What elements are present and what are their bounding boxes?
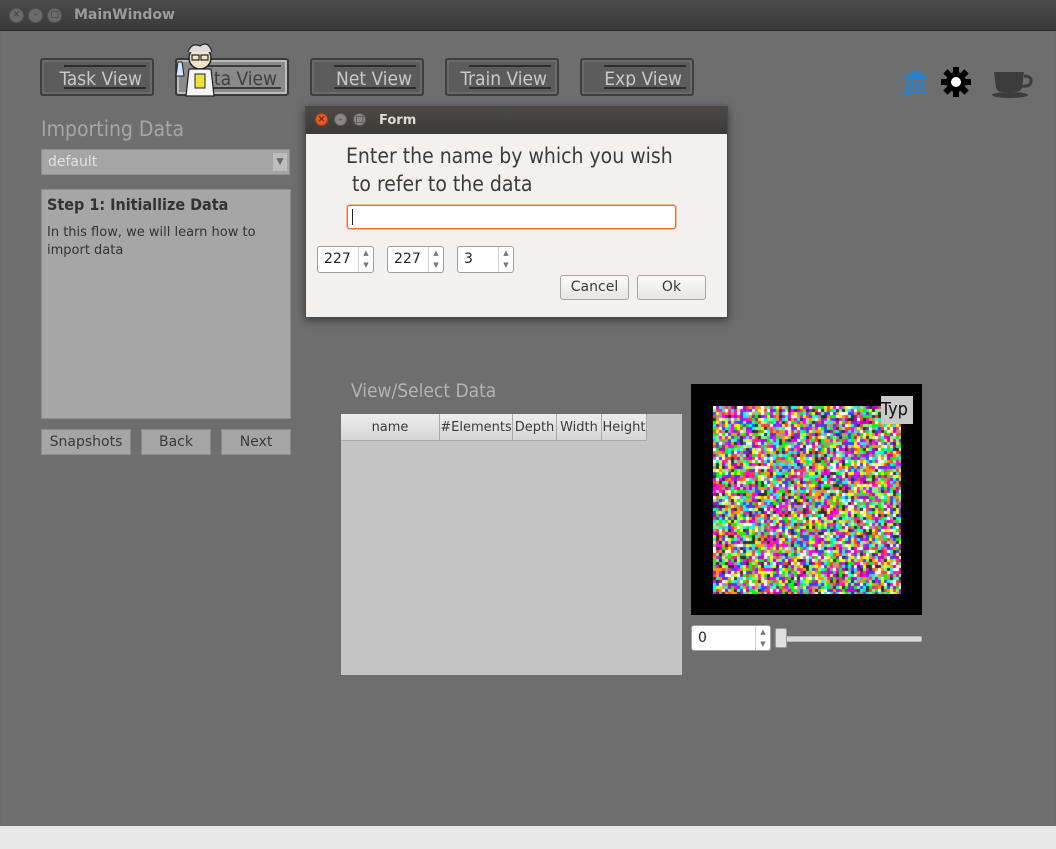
- gear-icon[interactable]: [940, 66, 972, 98]
- coffee-cup-icon[interactable]: [990, 68, 1036, 98]
- dialog-maximize-button[interactable]: □: [353, 113, 366, 126]
- data-table[interactable]: name #Elements Depth Width Height: [341, 414, 682, 675]
- column-header-width[interactable]: Width: [557, 414, 602, 441]
- index-slider-handle[interactable]: [775, 628, 787, 648]
- task-view-button[interactable]: Task View: [40, 58, 154, 96]
- image-preview: Typ: [691, 384, 922, 615]
- dataset-combo-value: default: [48, 154, 97, 170]
- dialog-prompt: Enter the name by which you wish to refe…: [346, 142, 673, 198]
- status-bar: [0, 826, 1056, 849]
- dataset-combo[interactable]: default ▼: [41, 149, 290, 175]
- window-minimize-button[interactable]: –: [28, 8, 43, 23]
- dim3-value: 3: [464, 251, 473, 267]
- window-maximize-button[interactable]: □: [47, 8, 62, 23]
- importing-data-title: Importing Data: [41, 117, 184, 141]
- spin-arrows-icon[interactable]: ▲ ▼: [428, 247, 443, 272]
- dialog-title: Form: [379, 113, 416, 128]
- dim1-spinbox[interactable]: 227 ▲ ▼: [317, 246, 374, 273]
- column-header-name[interactable]: name: [341, 414, 440, 441]
- view-select-data-title: View/Select Data: [351, 380, 496, 402]
- dialog-close-button[interactable]: ✕: [315, 113, 328, 126]
- index-spinbox[interactable]: 0 ▲ ▼: [691, 625, 771, 651]
- data-name-input[interactable]: [347, 205, 676, 229]
- window-close-button[interactable]: ✕: [9, 8, 24, 23]
- index-spinbox-value: 0: [698, 630, 707, 646]
- window-title: MainWindow: [74, 7, 175, 23]
- column-header-elements[interactable]: #Elements: [440, 414, 513, 441]
- window-titlebar: ✕ – □ MainWindow: [0, 0, 1056, 31]
- snapshots-button[interactable]: Snapshots: [41, 429, 131, 455]
- chevron-down-icon: ▼: [273, 153, 287, 171]
- back-button[interactable]: Back: [141, 429, 211, 455]
- spin-arrows-icon[interactable]: ▲ ▼: [358, 247, 373, 272]
- noise-image: [713, 406, 901, 594]
- spin-arrows-icon[interactable]: ▲ ▼: [755, 626, 770, 650]
- spin-arrows-icon[interactable]: ▲ ▼: [498, 247, 513, 272]
- step-info-box: Step 1: Initiallize Data In this flow, w…: [41, 189, 291, 419]
- table-header: name #Elements Depth Width Height: [341, 414, 647, 441]
- net-view-button[interactable]: Net View: [310, 58, 424, 96]
- bank-icon[interactable]: [900, 68, 930, 96]
- step-body: In this flow, we will learn how to impor…: [47, 224, 285, 260]
- ok-button[interactable]: Ok: [637, 275, 706, 300]
- preview-type-label: Typ: [881, 396, 913, 424]
- form-dialog: ✕ – □ Form Enter the name by which you w…: [305, 106, 728, 318]
- dim3-spinbox[interactable]: 3 ▲ ▼: [457, 246, 514, 273]
- dialog-titlebar: ✕ – □ Form: [306, 107, 727, 134]
- column-header-depth[interactable]: Depth: [513, 414, 557, 441]
- train-view-button[interactable]: Train View: [445, 58, 559, 96]
- dim2-value: 227: [394, 251, 421, 267]
- dim2-spinbox[interactable]: 227 ▲ ▼: [387, 246, 444, 273]
- next-button[interactable]: Next: [221, 429, 291, 455]
- exp-view-button[interactable]: Exp View: [580, 58, 694, 96]
- cancel-button[interactable]: Cancel: [560, 275, 629, 300]
- scientist-mascot-icon: [172, 42, 218, 98]
- text-caret: [352, 209, 353, 225]
- index-slider-track[interactable]: [778, 636, 922, 642]
- step-title: Step 1: Initiallize Data: [47, 195, 285, 214]
- dialog-minimize-button[interactable]: –: [334, 113, 347, 126]
- column-header-height[interactable]: Height: [602, 414, 647, 441]
- dim1-value: 227: [324, 251, 351, 267]
